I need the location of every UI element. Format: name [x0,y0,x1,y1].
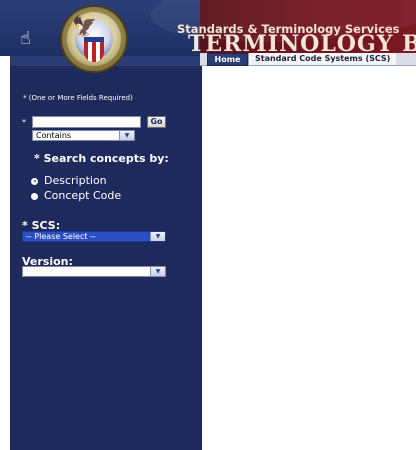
match-mode-value: Contains [36,131,72,140]
main-content-area [202,66,416,450]
scs-select-value: -- Please Select -- [23,232,150,241]
search-by-heading: * Search concepts by: [34,152,169,165]
hand-pointer-icon: ☝ [20,28,31,49]
seal-shield [84,37,104,62]
scs-select[interactable]: -- Please Select -- ▼ [22,231,166,242]
chevron-down-icon[interactable]: ▼ [150,267,165,276]
terminology-browser-page: Standards & Terminology Services TERMINO… [0,0,416,450]
left-margin [0,56,10,450]
radio-concept-code-label: Concept Code [44,189,122,202]
radio-description[interactable]: Description [31,175,107,187]
radio-description-label: Description [44,174,107,187]
radio-button[interactable] [31,192,38,200]
search-required-mark: * [22,118,26,127]
eagle-icon: 🦅 [72,14,97,38]
match-mode-select[interactable]: Contains ▼ [32,130,135,141]
chevron-down-icon[interactable]: ▼ [119,131,134,140]
version-select[interactable]: ▼ [22,266,166,277]
va-seal-icon: 🦅 [62,7,126,71]
search-input[interactable] [32,116,141,128]
chevron-down-icon[interactable]: ▼ [150,232,165,241]
banner-title: TERMINOLOGY BROWS [188,31,416,56]
go-button[interactable]: Go [147,116,166,128]
radio-button-checked[interactable] [31,177,38,185]
radio-concept-code[interactable]: Concept Code [31,190,121,202]
required-fields-note: * (One or More Fields Required) [23,94,133,102]
